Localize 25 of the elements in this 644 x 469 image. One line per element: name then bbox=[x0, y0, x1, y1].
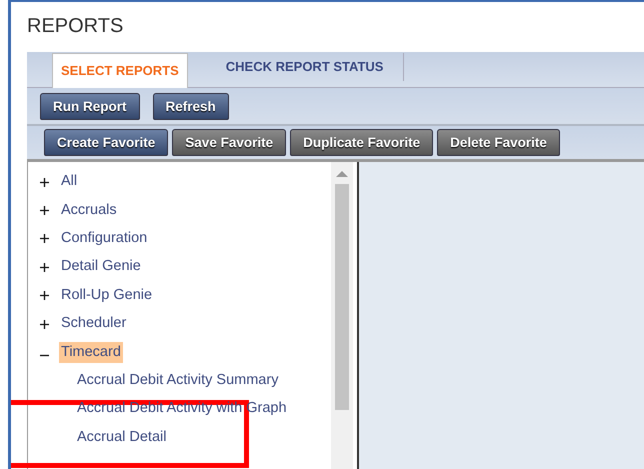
tree-item[interactable]: Detail Genie bbox=[61, 256, 141, 278]
action-button[interactable]: Refresh bbox=[152, 92, 229, 120]
tree-item[interactable]: Accrual Detail bbox=[77, 426, 166, 449]
tree-item[interactable]: All bbox=[61, 171, 78, 194]
expand-icon[interactable] bbox=[40, 178, 51, 187]
scrollbar[interactable] bbox=[331, 162, 353, 469]
scrollbar-thumb[interactable] bbox=[335, 184, 349, 410]
page-title: REPORTS bbox=[27, 14, 124, 39]
tree-item[interactable]: Configuration bbox=[61, 228, 148, 250]
tree-item[interactable]: Scheduler bbox=[61, 313, 126, 336]
favorite-button[interactable]: Delete Favorite bbox=[437, 129, 560, 156]
tab[interactable]: CHECK REPORT STATUS bbox=[188, 53, 404, 81]
favorite-button[interactable]: Save Favorite bbox=[172, 129, 286, 156]
favorite-button[interactable]: Create Favorite bbox=[44, 129, 168, 156]
tree-item[interactable]: Accruals bbox=[61, 200, 117, 222]
expand-icon[interactable] bbox=[40, 206, 51, 216]
action-button[interactable]: Run Report bbox=[40, 92, 140, 120]
tree-item[interactable]: Timecard bbox=[59, 342, 123, 364]
expand-icon[interactable] bbox=[40, 234, 51, 244]
favorite-button[interactable]: Duplicate Favorite bbox=[290, 129, 434, 156]
tree-item[interactable]: Accrual Debit Activity Summary bbox=[77, 370, 278, 392]
tree-item[interactable]: Roll-Up Genie bbox=[61, 284, 152, 307]
expand-icon[interactable] bbox=[40, 262, 51, 272]
expand-icon[interactable] bbox=[40, 320, 51, 329]
expand-icon[interactable] bbox=[40, 291, 51, 300]
